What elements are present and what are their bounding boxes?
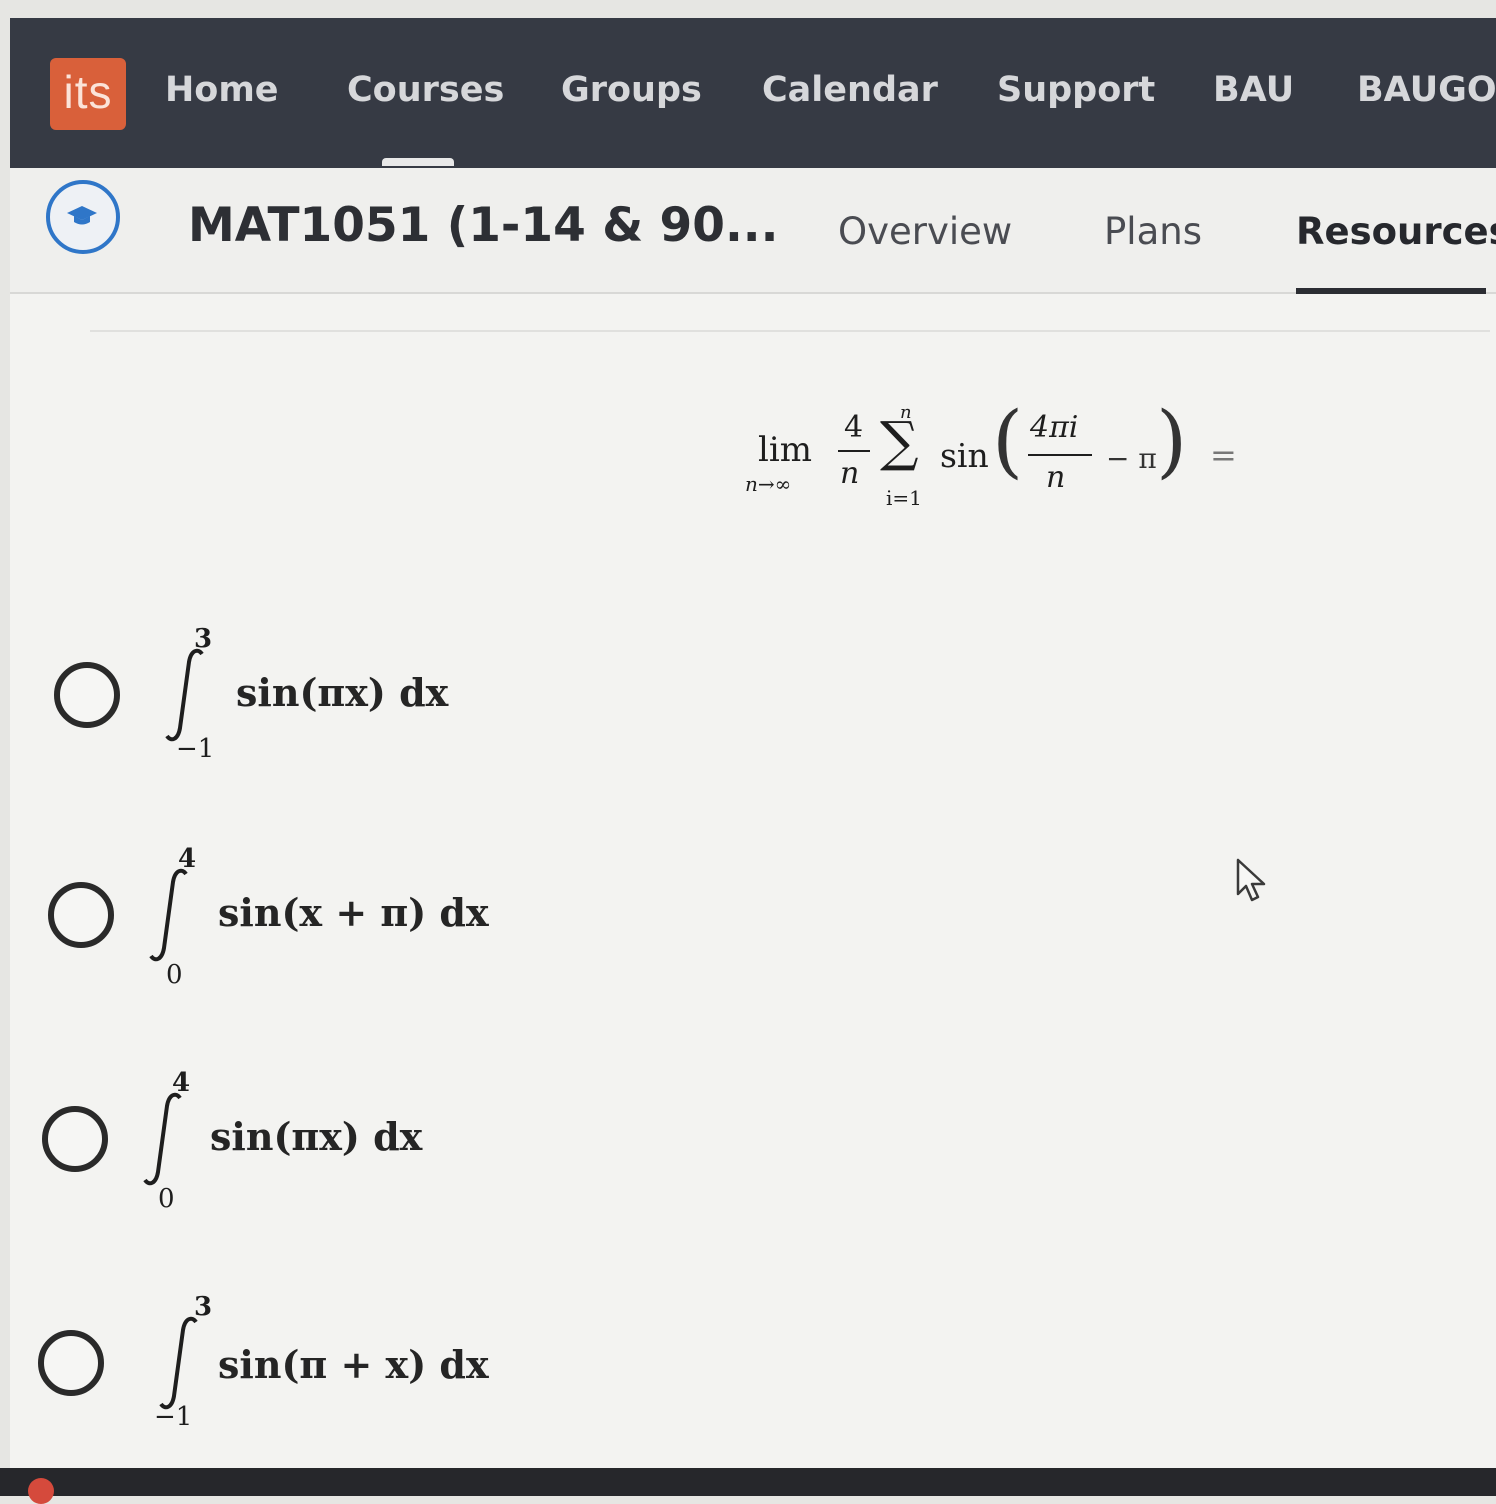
upper-limit: 3: [194, 624, 213, 654]
tab-resources[interactable]: Resources: [1296, 210, 1496, 253]
its-logo[interactable]: its: [50, 58, 126, 130]
lower-limit: −1: [176, 734, 215, 764]
inner-denominator: n: [1046, 460, 1066, 495]
taskbar: [0, 1468, 1496, 1504]
nav-courses[interactable]: Courses: [347, 70, 504, 110]
integral-sign: 3 −1: [158, 618, 218, 768]
answer-option-2[interactable]: 4 0 sin(x + π) dx: [40, 838, 540, 990]
graduation-cap-icon[interactable]: [46, 180, 120, 254]
radio-button[interactable]: [42, 1106, 108, 1172]
answer-option-4[interactable]: 3 −1 sin(π + x) dx: [38, 1286, 540, 1436]
course-header: MAT1051 (1-14 & 90... Overview Plans Res…: [10, 168, 1496, 294]
lower-limit: 0: [158, 1184, 175, 1214]
integrand: sin(πx) dx: [210, 1114, 423, 1159]
integral-sign: 4 0: [142, 838, 202, 990]
active-tab-underline: [1296, 288, 1486, 294]
coefficient-denominator: n: [840, 456, 860, 491]
coefficient-bar: [838, 450, 870, 452]
integrand: sin(πx) dx: [236, 670, 449, 715]
nav-groups[interactable]: Groups: [561, 70, 702, 110]
lower-limit: −1: [154, 1402, 193, 1432]
question-expression: lim n→∞ 4 n n ∑ i=1 sin ( 4πi n − π ) =: [740, 388, 1280, 528]
integral-sign: 3 −1: [152, 1286, 212, 1436]
nav-baugo[interactable]: BAUGO: [1357, 70, 1496, 110]
tab-overview[interactable]: Overview: [838, 210, 1012, 253]
nav-support[interactable]: Support: [997, 70, 1155, 110]
tab-plans[interactable]: Plans: [1104, 210, 1202, 253]
integrand: sin(x + π) dx: [218, 890, 489, 935]
radio-button[interactable]: [54, 662, 120, 728]
cap-shape: [67, 206, 97, 225]
radio-button[interactable]: [48, 882, 114, 948]
nav-active-indicator: [382, 158, 454, 166]
top-navigation: its Home Courses Groups Calendar Support…: [10, 18, 1496, 168]
coefficient-numerator: 4: [844, 410, 864, 445]
lower-limit: 0: [166, 960, 183, 990]
upper-limit: 4: [172, 1068, 191, 1098]
screen: its Home Courses Groups Calendar Support…: [10, 18, 1496, 1468]
nav-home[interactable]: Home: [165, 70, 279, 110]
left-paren: (: [992, 394, 1024, 487]
right-paren: ): [1156, 394, 1188, 487]
nav-calendar[interactable]: Calendar: [762, 70, 938, 110]
notification-icon[interactable]: [28, 1478, 54, 1504]
answer-option-1[interactable]: 3 −1 sin(πx) dx: [40, 618, 540, 768]
mouse-cursor-icon: [1236, 858, 1266, 902]
radio-button[interactable]: [38, 1330, 104, 1396]
equals-sign: =: [1210, 436, 1237, 474]
answer-option-3[interactable]: 4 0 sin(πx) dx: [40, 1062, 540, 1214]
limit-operator: lim: [758, 430, 812, 470]
inner-numerator: 4πi: [1030, 410, 1079, 445]
limit-subscript: n→∞: [745, 472, 792, 496]
nav-bau[interactable]: BAU: [1213, 70, 1294, 110]
integrand: sin(π + x) dx: [218, 1342, 489, 1387]
sine-function: sin: [940, 436, 989, 475]
inner-tail: − π: [1106, 442, 1157, 475]
sigma-symbol: ∑: [880, 410, 919, 473]
upper-limit: 4: [178, 844, 197, 874]
content-divider: [90, 330, 1490, 332]
sum-lower-limit: i=1: [886, 486, 922, 510]
integral-sign: 4 0: [136, 1062, 196, 1214]
course-title[interactable]: MAT1051 (1-14 & 90...: [188, 198, 779, 253]
upper-limit: 3: [194, 1292, 213, 1322]
inner-bar: [1028, 454, 1092, 456]
